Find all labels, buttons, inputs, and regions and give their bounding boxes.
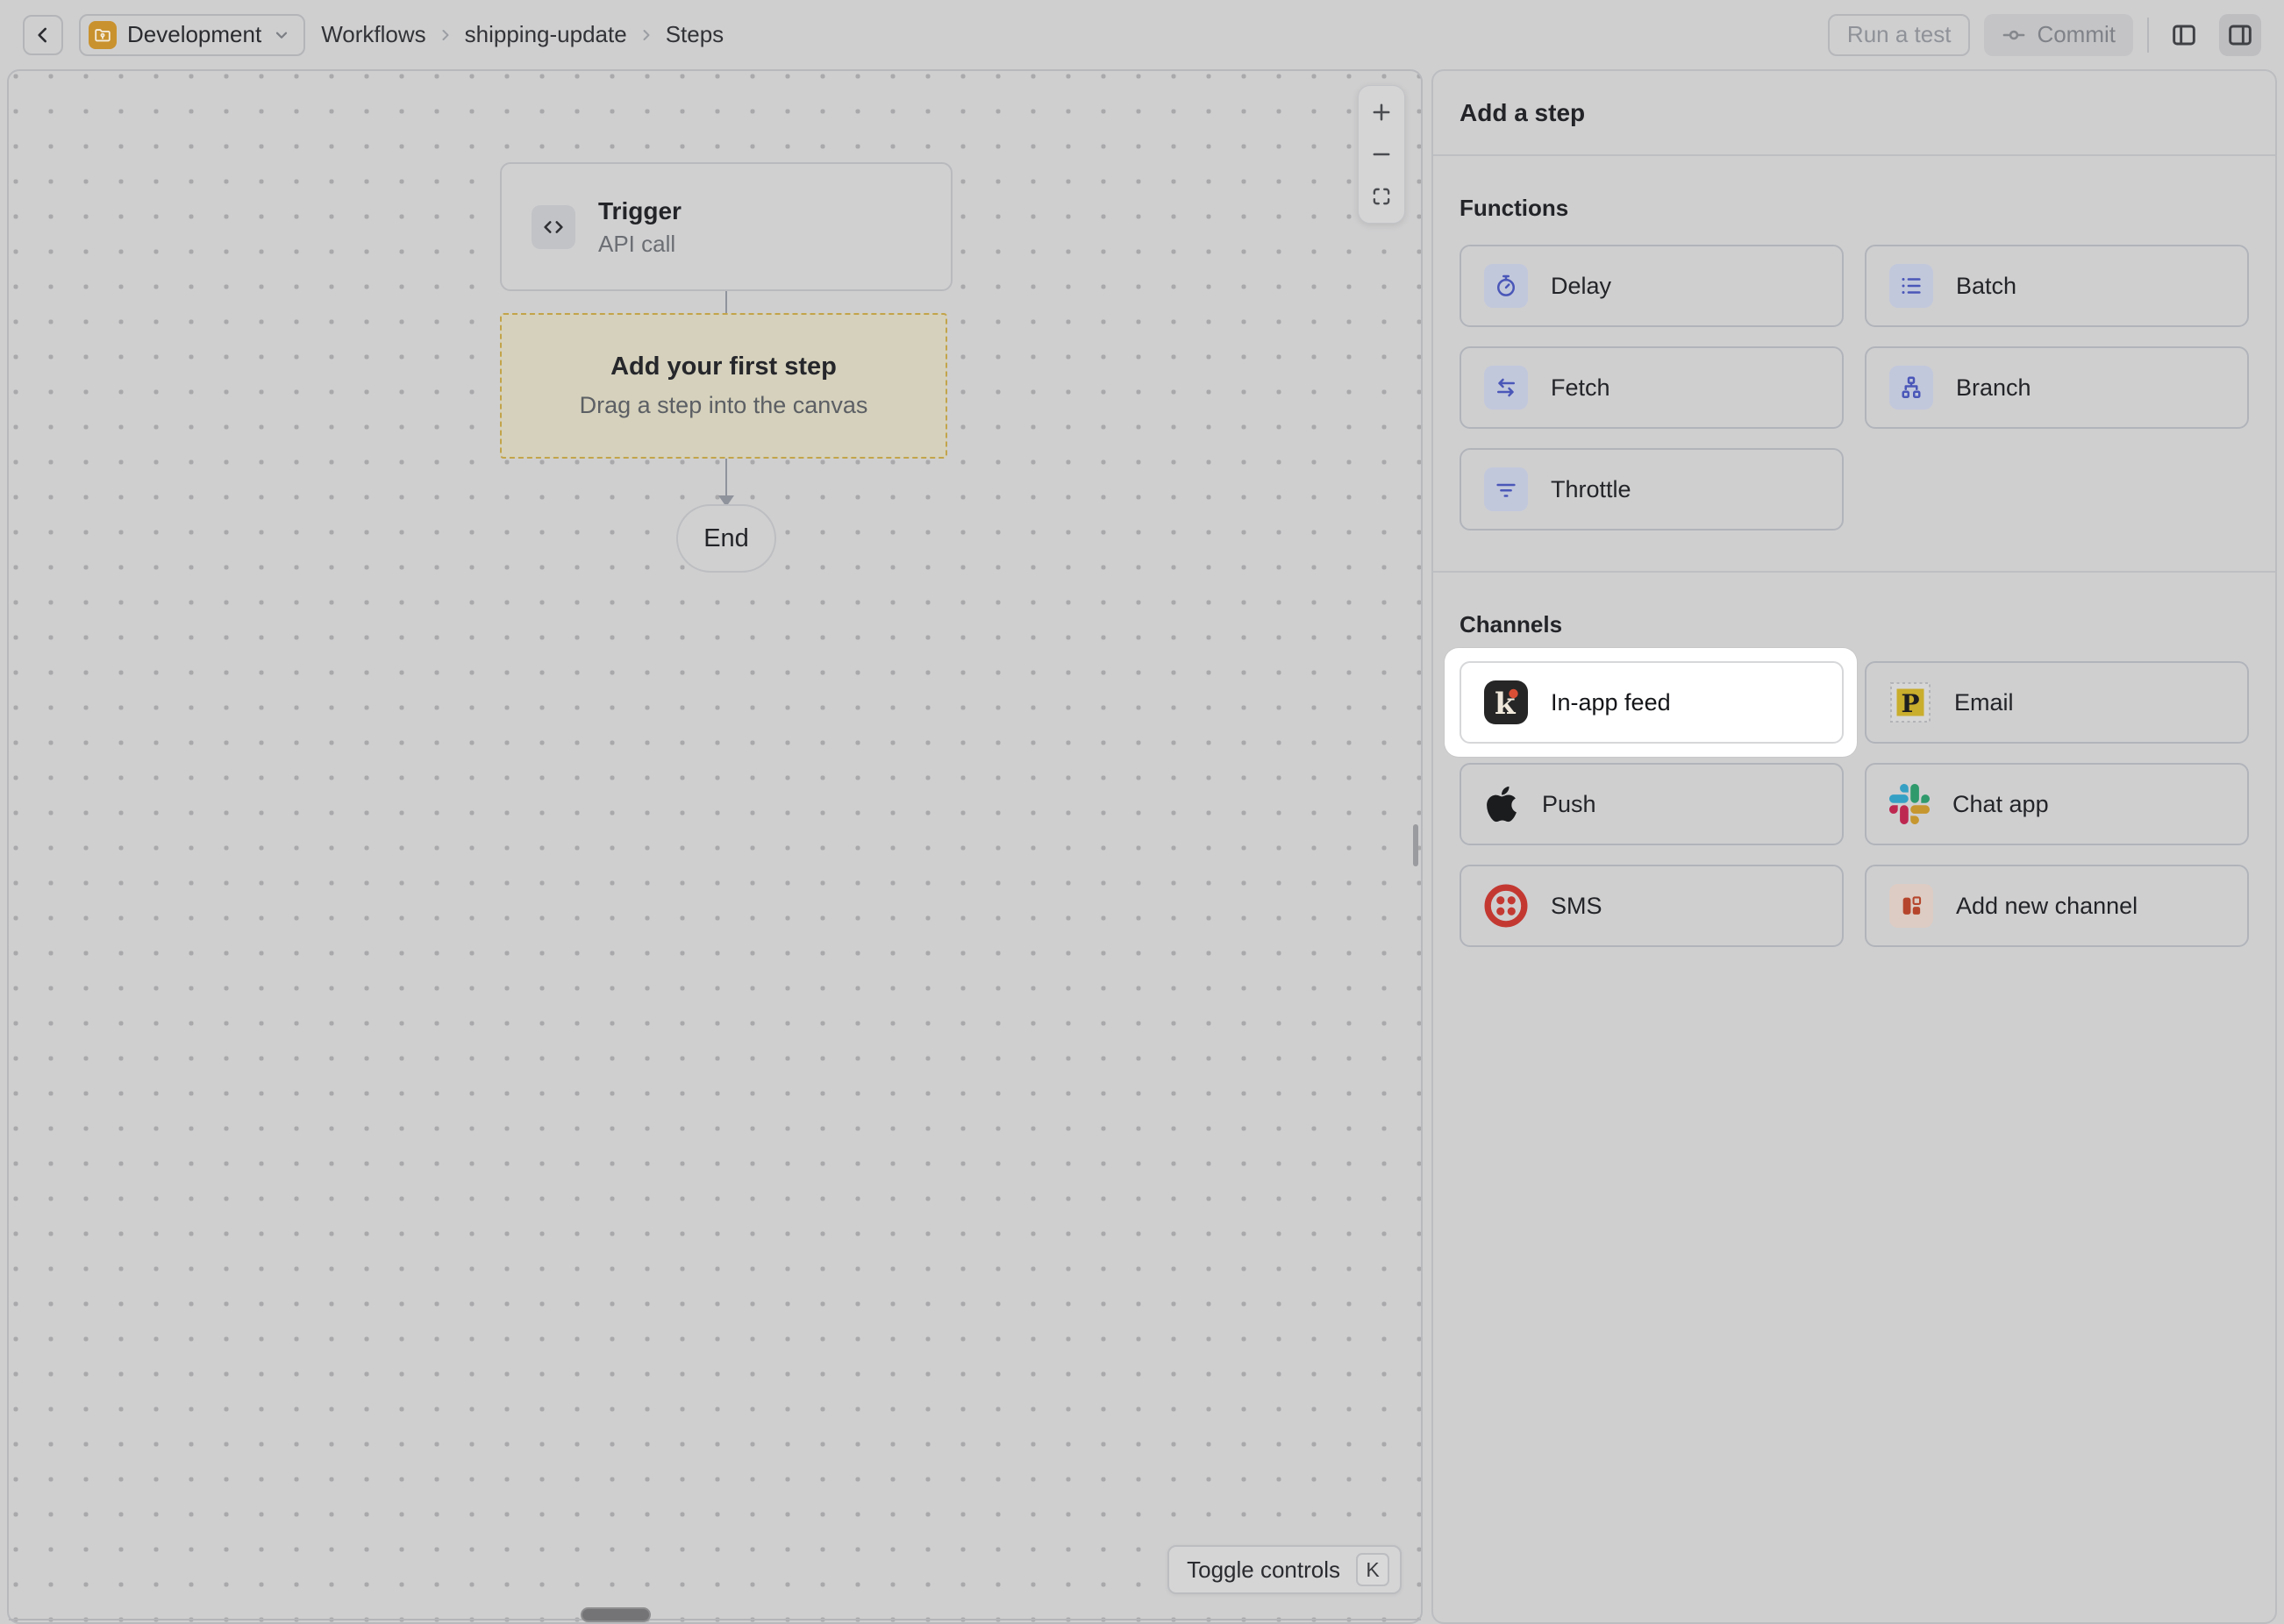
channel-card-sms[interactable]: SMS [1460,865,1844,947]
edge-dropzone-to-end [725,459,727,497]
environment-selector[interactable]: Development [79,14,305,56]
git-commit-icon [2002,23,2026,47]
knock-logo: k [1484,680,1528,724]
canvas-zoom-controls [1358,85,1405,224]
postmark-stamp-logo: P [1889,681,1931,723]
minus-icon [1369,142,1394,167]
trigger-node-subtitle: API call [598,230,682,260]
section-divider [1433,571,2275,573]
functions-grid: Delay Batch Fetch [1460,245,2249,531]
dropzone-title: Add your first step [610,353,837,381]
run-a-test-button[interactable]: Run a test [1828,14,1971,56]
horizontal-scrollbar-track [9,1619,1421,1620]
breadcrumb: Workflows shipping-update Steps [321,21,724,48]
top-bar: Development Workflows shipping-update St… [0,0,2284,69]
batch-list-icon [1889,264,1933,308]
vertical-scrollbar-thumb[interactable] [1413,824,1418,866]
channel-card-email[interactable]: P Email [1865,661,2249,744]
add-first-step-dropzone[interactable]: Add your first step Drag a step into the… [500,313,947,459]
plus-icon [1369,100,1394,125]
toggle-controls-button[interactable]: Toggle controls K [1167,1545,1402,1594]
stopwatch-icon [1484,264,1528,308]
step-card-delay[interactable]: Delay [1460,245,1844,327]
branch-tree-icon [1889,366,1933,410]
channel-card-chat-app[interactable]: Chat app [1865,763,2249,845]
workflow-builder-app: Development Workflows shipping-update St… [0,0,2284,1624]
trigger-node-title: Trigger [598,194,682,230]
chevron-down-icon [272,25,291,45]
zoom-fit-button[interactable] [1358,175,1405,217]
chevron-right-icon [437,26,454,44]
breadcrumb-workflows[interactable]: Workflows [321,21,425,48]
fit-view-icon [1370,185,1393,208]
panel-title: Add a step [1433,71,2275,156]
toggle-controls-label: Toggle controls [1187,1556,1340,1584]
toolbar-divider [2147,18,2149,53]
panel-left-icon [2170,21,2198,49]
zoom-in-button[interactable] [1358,91,1405,133]
workflow-canvas[interactable]: Trigger API call Add your first step Dra… [7,69,1423,1624]
toggle-left-panel-button[interactable] [2163,14,2205,56]
functions-section-label: Functions [1460,195,2249,222]
chevron-right-icon [638,26,655,44]
environment-label: Development [127,21,261,48]
top-bar-actions: Run a test Commit [1828,14,2261,56]
edge-trigger-to-dropzone [725,291,727,313]
horizontal-scrollbar-thumb[interactable] [581,1607,651,1622]
trigger-node[interactable]: Trigger API call [500,162,953,291]
channels-section-label: Channels [1460,611,2249,638]
panel-right-icon [2226,21,2254,49]
code-icon [532,205,575,249]
toggle-right-panel-button[interactable] [2219,14,2261,56]
step-card-fetch[interactable]: Fetch [1460,346,1844,429]
twilio-logo [1484,884,1528,928]
step-card-branch[interactable]: Branch [1865,346,2249,429]
chevron-left-icon [32,24,54,46]
apple-logo [1484,784,1519,824]
breadcrumb-steps: Steps [666,21,724,48]
add-step-panel: Add a step Functions Delay Batch [1431,69,2277,1624]
fetch-arrows-icon [1484,366,1528,410]
zoom-out-button[interactable] [1358,133,1405,175]
back-button[interactable] [23,15,63,55]
keyboard-shortcut-key: K [1356,1553,1389,1586]
svg-text:P: P [1901,689,1919,718]
channel-card-add-new[interactable]: Add new channel [1865,865,2249,947]
end-node[interactable]: End [676,504,776,573]
step-card-batch[interactable]: Batch [1865,245,2249,327]
channel-card-push[interactable]: Push [1460,763,1844,845]
channel-card-in-app-feed[interactable]: k In-app feed [1460,661,1844,744]
environment-folder-icon [89,21,117,49]
channels-grid: k In-app feed P Email Push [1460,661,2249,947]
dropzone-subtitle: Drag a step into the canvas [580,392,868,419]
add-channel-grid-icon [1889,884,1933,928]
slack-logo [1889,784,1930,824]
step-card-throttle[interactable]: Throttle [1460,448,1844,531]
commit-button[interactable]: Commit [1984,14,2133,56]
throttle-lines-icon [1484,467,1528,511]
breadcrumb-workflow-name[interactable]: shipping-update [465,21,627,48]
